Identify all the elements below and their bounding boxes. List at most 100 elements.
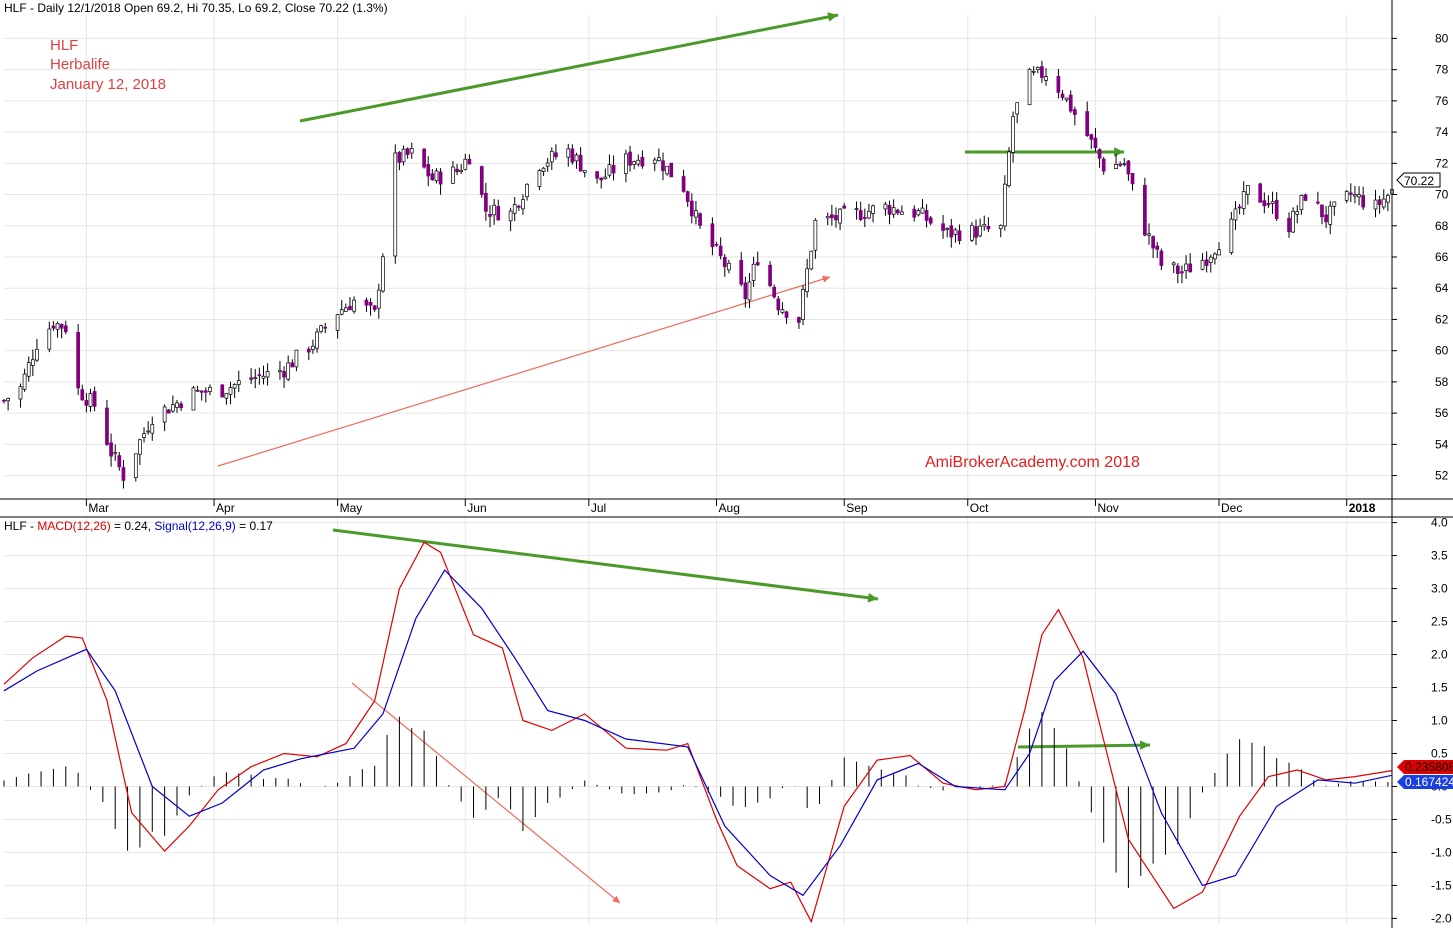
candle-body: [982, 223, 987, 227]
candle-body: [175, 402, 179, 408]
candle-body: [574, 154, 579, 162]
candle-body: [203, 390, 208, 393]
candle-body: [1258, 183, 1263, 203]
candle-body: [895, 209, 900, 214]
candle-body: [1002, 183, 1007, 227]
candle-body: [624, 153, 628, 174]
candle-body: [232, 384, 237, 389]
candle-body: [496, 206, 501, 221]
candle-body: [1060, 93, 1065, 98]
candle-body: [681, 176, 686, 192]
candle-body: [1303, 194, 1308, 201]
candle-body: [88, 393, 93, 407]
candle-body: [545, 162, 550, 167]
trend-arrow-macd-flat: [1017, 743, 1151, 749]
candle-body: [1295, 211, 1300, 215]
candle-body: [290, 362, 295, 368]
candle-body: [278, 370, 282, 373]
candle-body: [1188, 263, 1193, 273]
candle-body: [18, 386, 23, 400]
candle-body: [479, 166, 484, 195]
candle-body: [636, 159, 641, 165]
candle-body: [957, 230, 962, 242]
candle-body: [1068, 94, 1073, 112]
macd-tick-label: 2.5: [1431, 615, 1448, 629]
candle-body: [133, 453, 138, 478]
candle-body: [35, 349, 39, 361]
candle-body: [372, 305, 377, 310]
candle-body: [171, 404, 175, 412]
candle-body: [607, 164, 612, 176]
candle-body: [1357, 194, 1361, 198]
candle-body: [1085, 111, 1090, 136]
candle-body: [1114, 163, 1118, 170]
candle-body: [920, 207, 925, 214]
candle-body: [311, 345, 315, 350]
candle-body: [2, 399, 6, 402]
candle-body: [632, 161, 637, 165]
candle-body: [1035, 67, 1040, 71]
candle-body: [830, 214, 834, 219]
candle-body: [722, 257, 727, 268]
macd-header: HLF - MACD(12,26) = 0.24, Signal(12,26,9…: [4, 519, 273, 533]
candle-body: [521, 199, 525, 210]
candle-body: [1229, 218, 1234, 253]
candle-body: [525, 183, 529, 198]
candle-body: [459, 169, 464, 172]
candle-body: [657, 157, 661, 161]
candle-body: [224, 393, 229, 399]
axes: 52 54 56 58 60 62 64 66 68 70 72 74 76 78 80 Mar Apr May J…: [0, 0, 1453, 928]
macd-tick-label: 1.5: [1431, 681, 1448, 695]
candle-body: [508, 210, 513, 222]
macd-header-prefix: HLF -: [4, 519, 37, 533]
candle-body: [265, 371, 270, 378]
month-label: May: [340, 501, 363, 515]
candle-body: [628, 151, 632, 166]
month-label: Oct: [970, 501, 989, 515]
month-label: Apr: [216, 501, 235, 515]
candle-body: [105, 407, 109, 445]
candle-body: [871, 205, 875, 214]
candle-body: [76, 332, 80, 389]
macd-header-value: = 0.24,: [111, 519, 155, 533]
candle-body: [117, 455, 122, 468]
macd-tick-label: 0.5: [1431, 746, 1448, 760]
candle-body: [1101, 158, 1106, 172]
macd-line: [3, 541, 1393, 924]
candle-body: [405, 148, 410, 155]
candle-body: [689, 200, 694, 217]
candle-body: [306, 348, 311, 353]
candle-body: [665, 165, 669, 175]
candle-body: [364, 299, 369, 306]
candle-body: [776, 298, 781, 311]
candle-body: [208, 386, 212, 392]
candle-body: [698, 213, 702, 226]
candle-body: [138, 439, 142, 455]
month-label: Aug: [719, 501, 740, 515]
candle-body: [1373, 199, 1378, 210]
candle-body: [22, 373, 27, 390]
candle-body: [854, 208, 859, 211]
candle-body: [537, 170, 542, 187]
candle-body: [858, 210, 863, 220]
candle-body: [1126, 160, 1131, 175]
grid-lines: [4, 15, 1392, 925]
price-tick-label: 72: [1435, 156, 1449, 170]
candle-body: [801, 289, 805, 320]
candle-body: [335, 314, 340, 331]
candle-body: [652, 159, 657, 164]
candle-body: [199, 390, 204, 393]
candle-body: [595, 171, 599, 179]
candle-body: [998, 225, 1003, 230]
candle-body: [484, 193, 488, 212]
candle-body: [1073, 109, 1077, 115]
last-price-label: 70.22: [1404, 174, 1434, 188]
candle-body: [109, 442, 113, 457]
macd-tick-label: 3.5: [1431, 549, 1448, 563]
candle-body: [945, 228, 950, 230]
candle-body: [282, 371, 286, 378]
candle-body: [434, 170, 439, 182]
candle-body: [438, 171, 443, 185]
annotation-ticker: HLF: [50, 37, 78, 54]
signal-line: [3, 569, 1393, 897]
